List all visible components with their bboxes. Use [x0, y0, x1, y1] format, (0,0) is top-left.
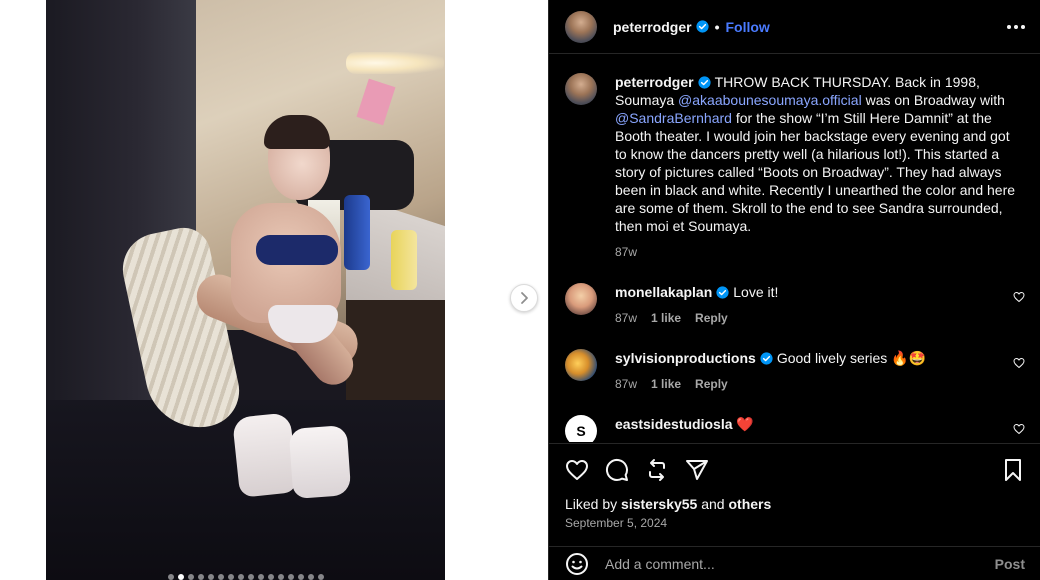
photo-bottle-yellow — [391, 230, 417, 290]
bookmark-icon[interactable] — [1001, 458, 1025, 482]
avatar[interactable] — [565, 349, 597, 381]
comment-text: Good lively series 🔥🤩 — [776, 350, 927, 366]
comment-username[interactable]: eastsidestudiosla — [615, 416, 733, 432]
carousel-dot — [168, 574, 174, 580]
comment-item: sylvisionproductions Good lively series 🔥… — [565, 349, 1025, 393]
post-details-panel: peterrodger • Follow peterrodger THROW BA… — [548, 0, 1040, 580]
verified-badge-icon — [697, 76, 711, 89]
heart-icon[interactable] — [1013, 357, 1025, 369]
action-bar — [565, 444, 1025, 496]
comments-section[interactable]: peterrodger THROW BACK THURSDAY. Back in … — [549, 55, 1040, 442]
liked-by-prefix: Liked by — [565, 496, 622, 512]
comment-likes[interactable]: 1 like — [651, 375, 681, 393]
heart-icon[interactable] — [1013, 423, 1025, 435]
avatar[interactable] — [565, 10, 597, 43]
comment-composer: Post — [549, 546, 1040, 580]
comment-item: S eastsidestudiosla ❤️ — [565, 415, 1025, 442]
comment-timestamp[interactable]: 87w — [615, 309, 637, 327]
comment-item: monellakaplan Love it! 87w 1 like Reply — [565, 283, 1025, 327]
reply-button[interactable]: Reply — [695, 309, 728, 327]
carousel-dot — [218, 574, 224, 580]
photo-boot — [288, 425, 352, 499]
carousel-dot — [268, 574, 274, 580]
comment-body: monellakaplan Love it! 87w 1 like Reply — [615, 283, 1010, 327]
mention-link[interactable]: @SandraBernhard — [615, 110, 732, 126]
carousel-dot — [308, 574, 314, 580]
photo-bra — [256, 235, 338, 265]
comment-username[interactable]: sylvisionproductions — [615, 350, 756, 366]
header-username-group: peterrodger • Follow — [613, 19, 770, 35]
carousel-dot — [178, 574, 184, 580]
comment-text: ❤️ — [736, 416, 754, 432]
comment-likes[interactable]: 1 like — [651, 309, 681, 327]
caption-body: peterrodger THROW BACK THURSDAY. Back in … — [615, 73, 1025, 261]
carousel-dot — [228, 574, 234, 580]
verified-badge-icon — [716, 286, 729, 299]
comment-bubble-icon[interactable] — [605, 458, 629, 482]
caption-timestamp[interactable]: 87w — [615, 243, 637, 261]
carousel-dot — [238, 574, 244, 580]
liked-by: Liked by sistersky55 and others — [565, 496, 1025, 512]
instagram-post-modal: peterrodger • Follow peterrodger THROW BA… — [0, 0, 1040, 580]
post-button[interactable]: Post — [995, 556, 1025, 572]
photo-figure — [176, 115, 366, 515]
carousel-next-button[interactable] — [510, 284, 538, 312]
comment-timestamp[interactable]: 87w — [615, 375, 637, 393]
caption-text: was on Broadway with — [861, 92, 1005, 108]
more-horizontal-icon[interactable] — [1007, 24, 1025, 29]
comment-meta: 87w 1 like Reply — [615, 309, 1010, 327]
emoji-icon[interactable] — [565, 552, 589, 576]
comment-text: Love it! — [733, 284, 779, 300]
photo-boot — [231, 412, 299, 498]
liked-by-and: and — [697, 496, 729, 512]
carousel-dot — [198, 574, 204, 580]
carousel-dot — [258, 574, 264, 580]
comment-body: sylvisionproductions Good lively series 🔥… — [615, 349, 1010, 393]
photo-hair — [264, 115, 330, 149]
liked-by-user[interactable]: sistersky55 — [621, 496, 697, 512]
carousel-dots — [156, 574, 336, 580]
post-caption: peterrodger THROW BACK THURSDAY. Back in … — [565, 73, 1025, 261]
photo-mirror-light — [346, 52, 444, 74]
caption-text: for the show “I’m Still Here Damnit” at … — [615, 110, 1016, 234]
caption-meta: 87w — [615, 243, 1025, 261]
chevron-right-icon — [521, 292, 528, 304]
post-photo[interactable] — [46, 0, 445, 580]
verified-badge-icon — [695, 20, 709, 33]
repost-icon[interactable] — [645, 458, 669, 482]
carousel-dot — [278, 574, 284, 580]
liked-by-others[interactable]: others — [728, 496, 771, 512]
media-area — [0, 0, 548, 580]
verified-badge-icon — [760, 352, 773, 365]
like-heart-icon[interactable] — [565, 458, 589, 482]
follow-button[interactable]: Follow — [725, 19, 769, 35]
comment-body: eastsidestudiosla ❤️ — [615, 415, 1010, 442]
caption-username[interactable]: peterrodger — [615, 74, 694, 90]
carousel-dot — [318, 574, 324, 580]
post-header: peterrodger • Follow — [549, 0, 1040, 54]
avatar[interactable] — [565, 73, 597, 105]
carousel-dot — [298, 574, 304, 580]
carousel-dot — [248, 574, 254, 580]
reply-button[interactable]: Reply — [695, 375, 728, 393]
carousel-dot — [288, 574, 294, 580]
comment-input[interactable] — [605, 555, 995, 572]
header-username[interactable]: peterrodger — [613, 19, 692, 35]
mention-link[interactable]: @akaabounesoumaya.official — [678, 92, 862, 108]
comment-username[interactable]: monellakaplan — [615, 284, 712, 300]
avatar[interactable]: S — [565, 415, 597, 442]
avatar[interactable] — [565, 283, 597, 315]
post-date[interactable]: September 5, 2024 — [565, 516, 1025, 530]
carousel-dot — [188, 574, 194, 580]
share-send-icon[interactable] — [685, 458, 709, 482]
post-actions: Liked by sistersky55 and others Septembe… — [549, 443, 1040, 530]
separator-dot: • — [714, 18, 720, 35]
carousel-dot — [208, 574, 214, 580]
heart-icon[interactable] — [1013, 291, 1025, 303]
comment-meta: 87w 1 like Reply — [615, 375, 1010, 393]
